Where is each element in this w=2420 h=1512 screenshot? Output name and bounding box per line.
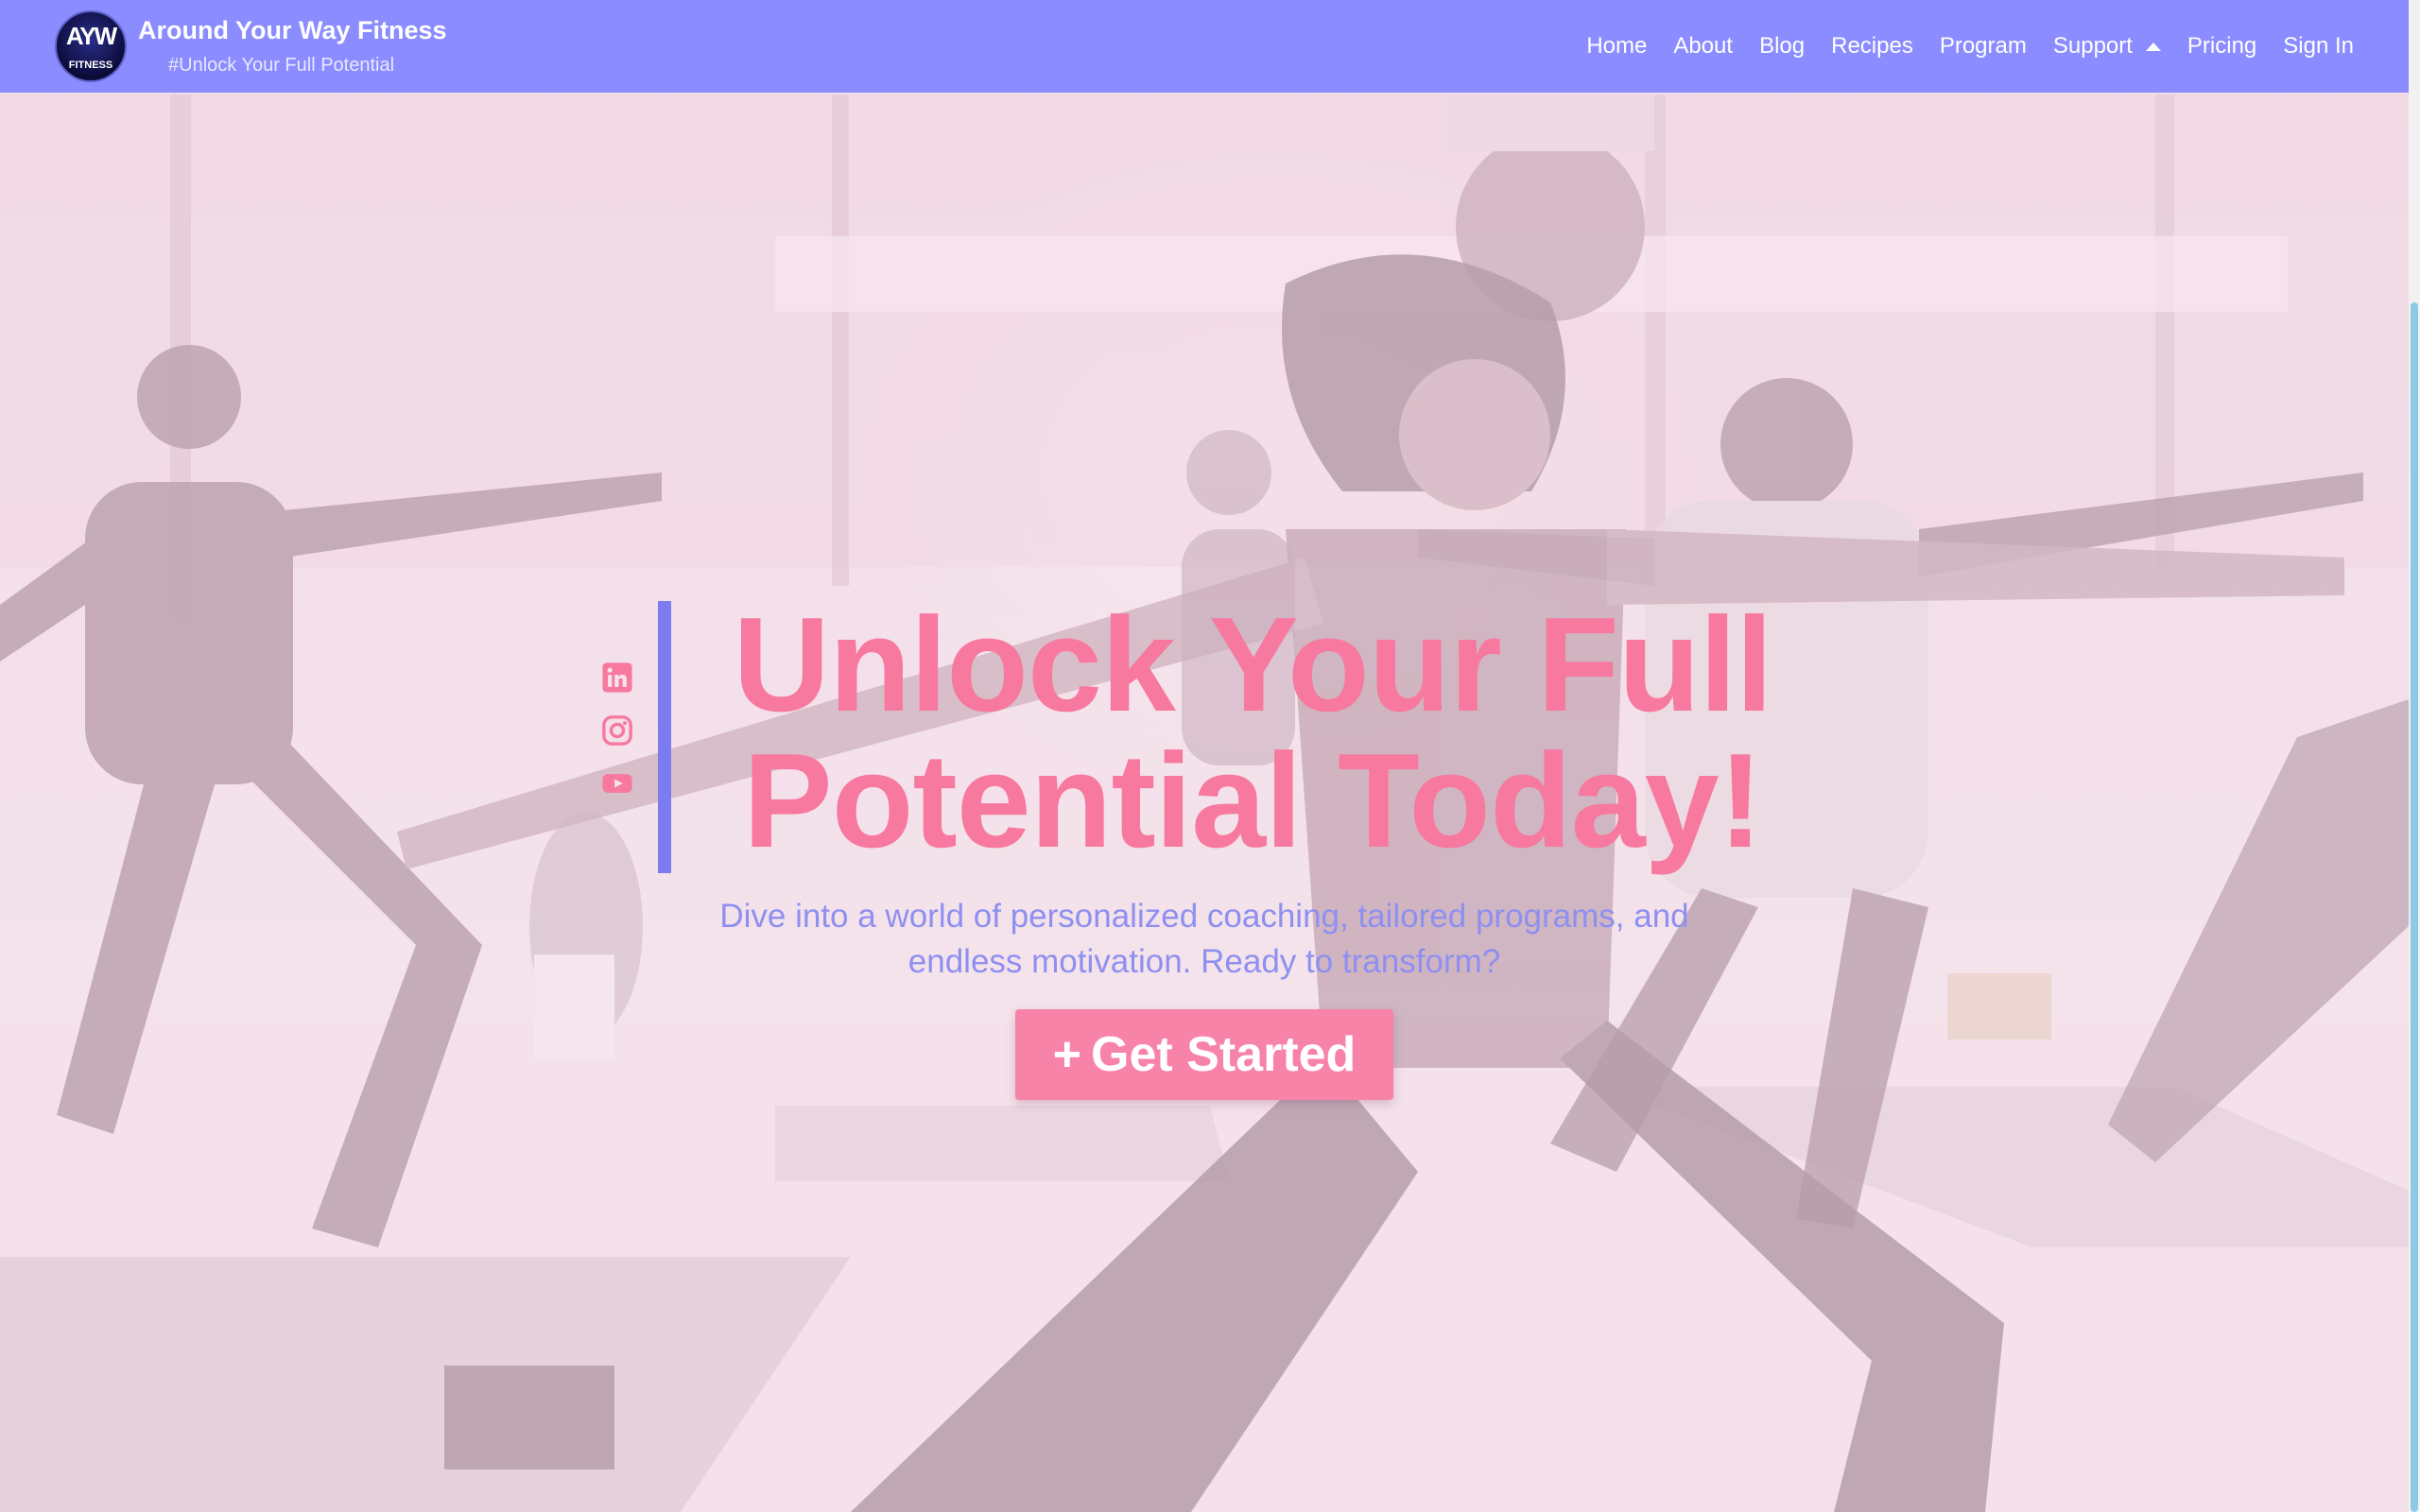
page-scrollbar[interactable] <box>2409 0 2420 1512</box>
get-started-button[interactable]: + Get Started <box>1015 1009 1393 1100</box>
headline-accent-bar <box>658 601 671 873</box>
brand-name[interactable]: Around Your Way Fitness <box>138 16 447 45</box>
brand-tagline: #Unlock Your Full Potential <box>168 55 395 76</box>
brand-logo[interactable]: AYW FITNESS <box>55 10 127 82</box>
nav-about-label: About <box>1673 33 1734 59</box>
scrollbar-thumb[interactable] <box>2411 302 2418 1512</box>
logo-subtext: FITNESS <box>68 60 113 71</box>
nav-program-label: Program <box>1939 33 2027 59</box>
caret-up-icon <box>2145 42 2161 51</box>
get-started-label: Get Started <box>1091 1027 1357 1082</box>
nav-links: Home About Blog Recipes Program Support … <box>1560 33 2354 60</box>
logo-monogram: AYW <box>65 22 117 50</box>
brand-block: Around Your Way Fitness #Unlock Your Ful… <box>138 16 447 77</box>
nav-home-label: Home <box>1586 33 1648 59</box>
hero-subtext: Dive into a world of personalized coachi… <box>719 898 1689 980</box>
nav-pricing-link[interactable]: Pricing <box>2187 33 2256 60</box>
nav-home-link[interactable]: Home <box>1586 33 1647 60</box>
nav-support-dropdown[interactable]: Support <box>2053 33 2161 60</box>
top-navbar: AYW FITNESS Around Your Way Fitness #Unl… <box>0 0 2409 93</box>
plus-icon: + <box>1052 1027 1082 1082</box>
nav-blog-label: Blog <box>1759 33 1806 59</box>
hero-headline-line-2: Potential Today! <box>743 726 1763 876</box>
instagram-icon[interactable] <box>601 714 633 747</box>
hero-headline-line-1: Unlock Your Full <box>733 590 1772 740</box>
nav-recipes-link[interactable]: Recipes <box>1831 33 1913 60</box>
nav-recipes-label: Recipes <box>1831 33 1913 59</box>
linkedin-icon[interactable] <box>601 662 633 694</box>
hero-headline: Unlock Your Full Potential Today! <box>700 597 1806 869</box>
social-icons <box>601 662 633 799</box>
nav-program-link[interactable]: Program <box>1940 33 2027 60</box>
nav-about-link[interactable]: About <box>1673 33 1733 60</box>
nav-blog-link[interactable]: Blog <box>1759 33 1805 60</box>
nav-pricing-label: Pricing <box>2187 33 2257 59</box>
nav-sign-in-label: Sign In <box>2283 33 2354 59</box>
youtube-icon[interactable] <box>601 767 633 799</box>
nav-sign-in-link[interactable]: Sign In <box>2283 33 2354 60</box>
nav-support-label: Support <box>2052 33 2133 59</box>
